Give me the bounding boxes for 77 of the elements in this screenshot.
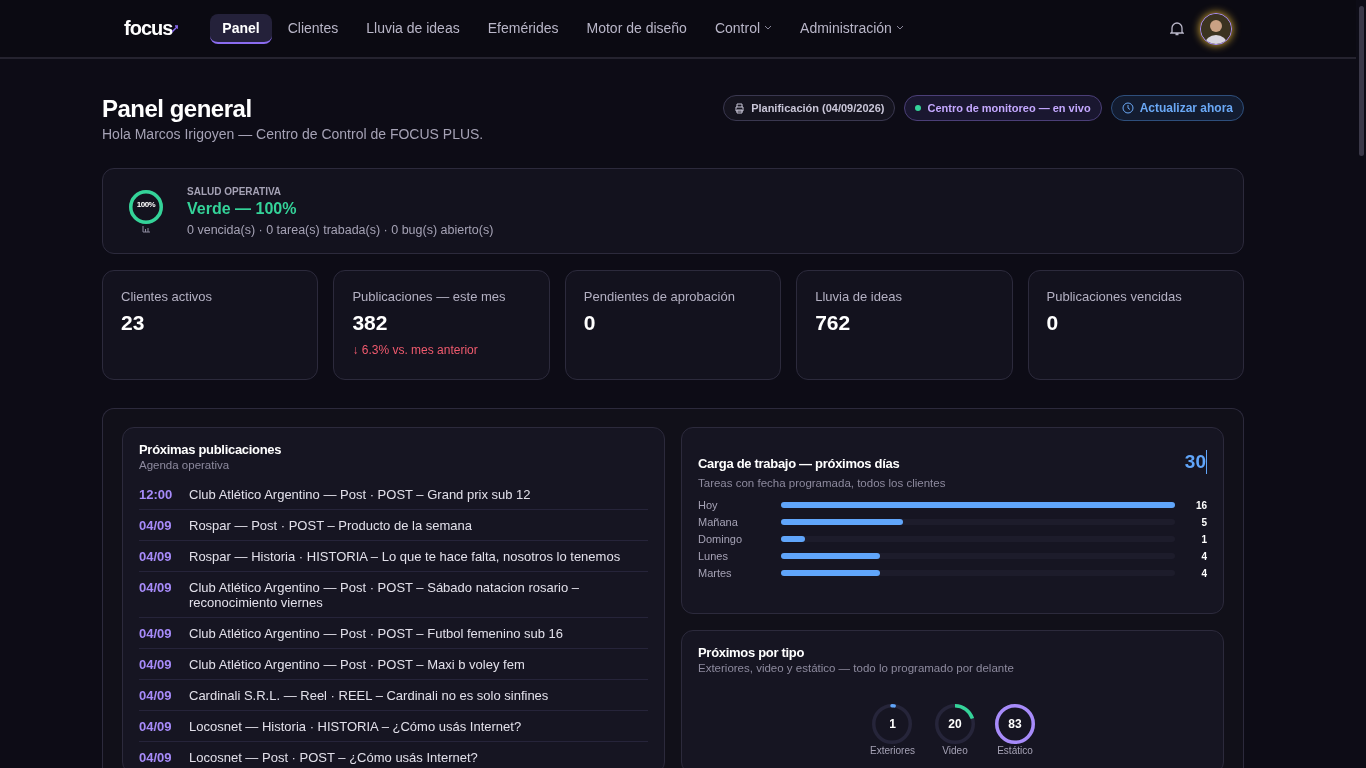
day-label: Mañana bbox=[698, 516, 739, 528]
logo[interactable]: focus bbox=[124, 17, 173, 40]
day-count: 1 bbox=[1200, 533, 1207, 545]
day-label: Martes bbox=[698, 567, 733, 579]
page-subtitle: Hola Marcos Irigoyen — Centro de Control de FOCUS PLUS. bbox=[102, 126, 484, 142]
publication-date: 04/09 bbox=[139, 750, 173, 765]
clock-icon bbox=[1121, 102, 1134, 114]
card-title: Próximas publicaciones bbox=[139, 442, 283, 457]
nav-tab[interactable]: Efemérides bbox=[475, 13, 571, 44]
stat-label: Publicaciones vencidas bbox=[1046, 289, 1183, 304]
publication-date: 04/09 bbox=[139, 719, 173, 734]
publication-title[interactable]: Club Atlético Argentino — Post · POST – Maxi b voley fem bbox=[189, 657, 525, 672]
stat-label: Clientes activos bbox=[121, 289, 214, 304]
health-status: Verde — 100% bbox=[187, 199, 298, 218]
publication-date: 04/09 bbox=[139, 657, 173, 672]
printer-icon bbox=[734, 102, 746, 114]
nav-tab[interactable]: Clientes bbox=[275, 13, 351, 44]
card-subtitle: Agenda operativa bbox=[139, 459, 231, 471]
stat-label: Publicaciones — este mes bbox=[352, 289, 507, 304]
publication-date: 04/09 bbox=[139, 626, 173, 641]
publication-date: 04/09 bbox=[139, 518, 173, 533]
nav-tab[interactable]: Panel bbox=[210, 13, 272, 44]
ring-value: 20 bbox=[947, 716, 963, 733]
ring-label: Exteriores bbox=[870, 745, 915, 756]
stat-value: 0 bbox=[583, 311, 597, 335]
publication-title[interactable]: Rospar — Historia · HISTORIA – Lo que te hace falta, nosotros lo tenemos bbox=[189, 549, 621, 564]
card-subtitle: Exteriores, video y estático — todo lo programado por delante bbox=[698, 662, 1015, 674]
day-count: 4 bbox=[1200, 550, 1207, 562]
stat-label: Pendientes de aprobación bbox=[583, 289, 736, 304]
publication-title[interactable]: Club Atlético Argentino — Post · POST – Grand prix sub 12 bbox=[189, 487, 531, 502]
page-title: Panel general bbox=[102, 95, 253, 123]
stat-value: 382 bbox=[352, 311, 389, 335]
nav-tab[interactable]: Control bbox=[702, 13, 785, 44]
live-dot-icon bbox=[915, 105, 922, 111]
ring-value: 1 bbox=[888, 716, 897, 733]
health-eyebrow: SALUD OPERATIVA bbox=[187, 185, 283, 197]
day-count: 4 bbox=[1200, 567, 1207, 579]
publication-title[interactable]: Locosnet — Historia · HISTORIA – ¿Cómo usás Internet? bbox=[189, 719, 522, 734]
day-label: Domingo bbox=[698, 533, 744, 545]
nav-tab[interactable]: Administración bbox=[788, 13, 916, 44]
refresh-button[interactable]: Actualizar ahora bbox=[1110, 95, 1244, 121]
publication-title[interactable]: Locosnet — Post · POST – ¿Cómo usás Internet? bbox=[189, 750, 478, 765]
day-label: Hoy bbox=[698, 499, 719, 511]
publication-date: 12:00 bbox=[139, 487, 174, 502]
ring-value: 83 bbox=[1007, 716, 1023, 733]
logo-mark-icon bbox=[172, 24, 179, 33]
ring-label: Estático bbox=[997, 745, 1033, 756]
ring-label: 100% bbox=[135, 199, 157, 209]
stat-label: Lluvia de ideas bbox=[815, 289, 903, 304]
day-count: 16 bbox=[1194, 499, 1207, 511]
card-title: Carga de trabajo — próximos días bbox=[698, 456, 901, 471]
publication-date: 04/09 bbox=[139, 549, 173, 564]
stat-value: 23 bbox=[121, 311, 146, 335]
publication-title[interactable]: Club Atlético Argentino — Post · POST – Sábado natacion rosario – reconocimiento viernes bbox=[189, 580, 648, 610]
planning-button[interactable]: Planificación (04/09/2026) bbox=[723, 95, 896, 121]
scrollbar[interactable] bbox=[1358, 6, 1364, 156]
card-title: Próximos por tipo bbox=[698, 645, 806, 660]
publication-title[interactable]: Club Atlético Argentino — Post · POST – Futbol femenino sub 16 bbox=[189, 626, 564, 641]
avatar[interactable] bbox=[1200, 12, 1232, 45]
day-count: 5 bbox=[1200, 516, 1207, 528]
notification-bell-icon[interactable] bbox=[1170, 20, 1184, 37]
publication-title[interactable]: Rospar — Post · POST – Producto de la semana bbox=[189, 518, 472, 533]
publication-date: 04/09 bbox=[139, 688, 173, 703]
publication-date: 04/09 bbox=[139, 580, 173, 597]
publication-title[interactable]: Cardinali S.R.L. — Reel · REEL – Cardinali no es solo sinfines bbox=[189, 688, 549, 703]
card-subtitle: Tareas con fecha programada, todos los clientes bbox=[698, 477, 946, 489]
monitor-button[interactable]: Centro de monitoreo — en vivo bbox=[904, 95, 1102, 121]
stat-trend: ↓ 6.3% vs. mes anterior bbox=[352, 343, 479, 357]
workload-total: 30 bbox=[1184, 450, 1207, 474]
stat-value: 762 bbox=[815, 311, 852, 335]
nav-tab[interactable]: Motor de diseño bbox=[574, 13, 699, 44]
nav-tab[interactable]: Lluvia de ideas bbox=[354, 13, 472, 44]
day-label: Lunes bbox=[698, 550, 729, 562]
health-details: 0 vencida(s) · 0 tarea(s) trabada(s) · 0 bug(s) abierto(s) bbox=[187, 222, 494, 237]
stat-value: 0 bbox=[1046, 311, 1060, 335]
chart-icon bbox=[141, 225, 151, 233]
ring-label: Video bbox=[942, 745, 968, 756]
